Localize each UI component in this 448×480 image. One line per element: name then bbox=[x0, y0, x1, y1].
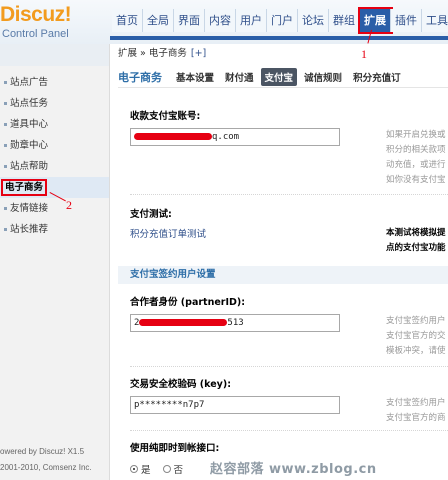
security-key-field[interactable]: p********n7p7 bbox=[130, 396, 340, 414]
discuz-logo[interactable]: Discuz! bbox=[0, 3, 72, 27]
sidebar: 站点广告 站点任务 道具中心 勋章中心 站点帮助 电子商务 友情链接 站长推荐 … bbox=[0, 44, 110, 480]
sidebar-item-label: 站点广告 bbox=[10, 77, 49, 88]
annotation-number-1: 1 bbox=[361, 47, 367, 61]
section-header-signed-user: 支付宝签约用户设置 bbox=[118, 266, 448, 284]
account-value-tail: q.com bbox=[212, 132, 240, 142]
nav-tab-groups[interactable]: 群组 bbox=[329, 9, 360, 32]
tip-line: 支付宝签约用户 bbox=[386, 316, 446, 326]
bullet-icon bbox=[4, 228, 7, 231]
breadcrumb: 扩展 » 电子商务 [+] bbox=[118, 46, 206, 62]
breadcrumb-path: 扩展 » 电子商务 bbox=[118, 48, 187, 59]
bullet-icon bbox=[4, 81, 7, 84]
radio-no[interactable] bbox=[162, 465, 171, 473]
tab-basic-settings[interactable]: 基本设置 bbox=[172, 68, 218, 86]
tip-line: 模板冲突，请使 bbox=[386, 346, 446, 356]
control-panel-subtitle: Control Panel bbox=[2, 28, 69, 40]
sidebar-item-site-help[interactable]: 站点帮助 bbox=[0, 156, 109, 177]
direct-payment-label: 使用纯即时到帐接口: bbox=[130, 443, 220, 454]
bullet-icon bbox=[4, 207, 7, 210]
direct-payment-options: 是 否 bbox=[130, 462, 183, 476]
subtab-bar: 电子商务 基本设置 财付通 支付宝 诚信规则 积分充值订 bbox=[118, 66, 448, 88]
payment-test-link[interactable]: 积分充值订单测试 bbox=[130, 226, 206, 240]
sidebar-header bbox=[0, 44, 109, 66]
powered-by: owered by Discuz! X1.5 bbox=[0, 447, 85, 456]
tab-credit-orders[interactable]: 积分充值订 bbox=[349, 68, 405, 86]
tip-line: 如你没有支付宝 bbox=[386, 175, 446, 185]
nav-tab-home[interactable]: 首页 bbox=[112, 9, 143, 32]
nav-tab-users[interactable]: 用户 bbox=[236, 9, 267, 32]
tip-line: 支付宝官方的商 bbox=[386, 413, 446, 423]
radio-no-label: 否 bbox=[173, 465, 184, 476]
sidebar-item-label: 电子商务 bbox=[0, 179, 48, 196]
tip-line: 本测试将模拟提 bbox=[386, 228, 446, 238]
nav-tab-global[interactable]: 全局 bbox=[143, 9, 174, 32]
account-tip: 如果开启兑换或 积分的相关款项 动充值，或进行 如你没有支付宝 bbox=[386, 128, 448, 188]
page-title: 电子商务 bbox=[118, 70, 162, 84]
bullet-icon bbox=[4, 165, 7, 168]
sidebar-menu: 站点广告 站点任务 道具中心 勋章中心 站点帮助 电子商务 友情链接 站长推荐 bbox=[0, 66, 109, 240]
tip-line: 点的支付宝功能 bbox=[386, 243, 446, 253]
sidebar-item-admin-recommend[interactable]: 站长推荐 bbox=[0, 219, 109, 240]
tab-alipay[interactable]: 支付宝 bbox=[260, 67, 298, 86]
redaction-mark bbox=[139, 319, 228, 326]
nav-tab-content[interactable]: 内容 bbox=[205, 9, 236, 32]
sidebar-item-site-tasks[interactable]: 站点任务 bbox=[0, 93, 109, 114]
sidebar-item-magic-center[interactable]: 道具中心 bbox=[0, 114, 109, 135]
sidebar-footer: owered by Discuz! X1.5 2001-2010, Comsen… bbox=[0, 444, 110, 476]
sidebar-item-label: 站长推荐 bbox=[10, 224, 49, 235]
divider bbox=[130, 366, 448, 367]
account-label: 收款支付宝账号: bbox=[130, 111, 201, 122]
nav-tab-tools[interactable]: 工具 bbox=[422, 9, 448, 32]
nav-tab-plugins[interactable]: 插件 bbox=[391, 9, 422, 32]
nav-tab-forum[interactable]: 论坛 bbox=[298, 9, 329, 32]
watermark: 赵容部落 www.zblog.cn bbox=[210, 462, 377, 477]
payment-test-label: 支付测试: bbox=[130, 209, 172, 220]
sidebar-item-label: 友情链接 bbox=[10, 203, 49, 214]
nav-tab-portal[interactable]: 门户 bbox=[267, 9, 298, 32]
partner-id-field[interactable]: 2 513 bbox=[130, 314, 340, 332]
partner-id-tip: 支付宝签约用户 支付宝官方的交 模板冲突，请使 bbox=[386, 314, 448, 359]
payment-test-tip: 本测试将模拟提 点的支付宝功能 bbox=[386, 226, 448, 256]
add-shortcut-link[interactable]: [+] bbox=[191, 48, 206, 59]
security-key-tip: 支付宝签约用户 支付宝官方的商 bbox=[386, 396, 448, 426]
nav-tab-extensions[interactable]: 扩展 bbox=[358, 7, 393, 34]
tip-line: 动充值，或进行 bbox=[386, 160, 446, 170]
sidebar-item-site-ads[interactable]: 站点广告 bbox=[0, 72, 109, 93]
sidebar-item-label: 站点任务 bbox=[10, 98, 49, 109]
header: Discuz! Control Panel 首页 全局 界面 内容 用户 门户 … bbox=[0, 0, 448, 44]
divider bbox=[130, 194, 448, 195]
tip-line: 支付宝签约用户 bbox=[386, 398, 446, 408]
redaction-mark bbox=[134, 133, 212, 140]
partner-id-suffix: 513 bbox=[227, 318, 244, 328]
sidebar-item-label: 勋章中心 bbox=[10, 140, 49, 151]
divider bbox=[130, 430, 448, 431]
main-panel: 电子商务 基本设置 财付通 支付宝 诚信规则 积分充值订 收款支付宝账号: q.… bbox=[118, 66, 448, 480]
bullet-icon bbox=[4, 123, 7, 126]
annotation-number-2: 2 bbox=[66, 198, 72, 212]
tip-line: 积分的相关款项 bbox=[386, 145, 446, 155]
tab-tenpay[interactable]: 财付通 bbox=[221, 68, 258, 86]
header-divider bbox=[110, 36, 448, 40]
sidebar-item-label: 道具中心 bbox=[10, 119, 49, 130]
tip-line: 如果开启兑换或 bbox=[386, 130, 446, 140]
radio-yes[interactable] bbox=[130, 465, 138, 473]
bullet-icon bbox=[4, 102, 7, 105]
tab-credit-rules[interactable]: 诚信规则 bbox=[300, 68, 346, 86]
copyright: 2001-2010, Comsenz Inc. bbox=[0, 463, 92, 472]
partner-id-label: 合作者身份 (partnerID): bbox=[130, 297, 246, 308]
sidebar-item-friend-links[interactable]: 友情链接 bbox=[0, 198, 109, 219]
bullet-icon bbox=[4, 144, 7, 147]
sidebar-item-medal-center[interactable]: 勋章中心 bbox=[0, 135, 109, 156]
security-key-label: 交易安全校验码 (key): bbox=[130, 379, 231, 390]
sidebar-item-label: 站点帮助 bbox=[10, 161, 49, 172]
radio-yes-label: 是 bbox=[141, 465, 151, 476]
nav-tab-interface[interactable]: 界面 bbox=[174, 9, 205, 32]
tip-line: 支付宝官方的交 bbox=[386, 331, 446, 341]
top-nav: 首页 全局 界面 内容 用户 门户 论坛 群组 扩展 插件 工具 bbox=[112, 7, 448, 34]
alipay-account-field[interactable]: q.com bbox=[130, 128, 340, 146]
